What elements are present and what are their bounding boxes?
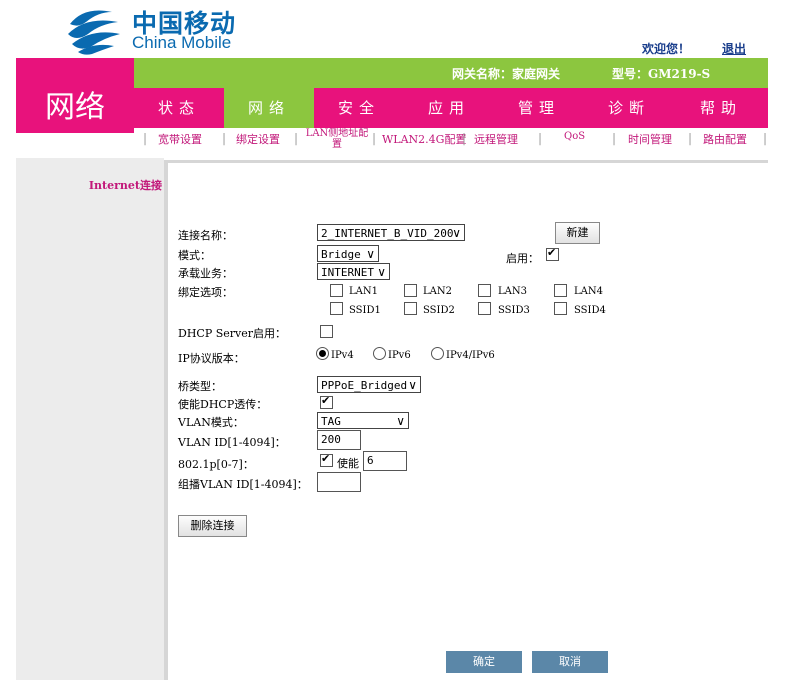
bind-lan4-label: LAN4 (574, 286, 603, 297)
p8021-label: 802.1p[0-7]： (178, 458, 254, 471)
bind-ssid4-label: SSID4 (574, 305, 606, 316)
subnav-separator: | (143, 131, 148, 145)
bind-lan4-checkbox[interactable] (554, 284, 567, 297)
nav-network[interactable]: 网络 (224, 88, 314, 128)
sidebar-item-internet[interactable]: Internet连接 (16, 177, 162, 193)
gateway-name: 网关名称：家庭网关 (452, 67, 561, 81)
subnav-wlan[interactable]: WLAN2.4G配置 (382, 131, 466, 147)
bridge-type-value: PPPoE_Bridged (321, 379, 408, 392)
bind-options-label: 绑定选项： (178, 286, 233, 299)
cancel-button[interactable]: 取消 (532, 651, 608, 673)
bridge-type-select[interactable]: PPPoE_Bridged ∨ (317, 376, 421, 393)
mode-select[interactable]: Bridge ∨ (317, 245, 379, 262)
bind-lan1-checkbox[interactable] (330, 284, 343, 297)
subnav-broadband[interactable]: 宽带设置 (158, 131, 202, 147)
ipv6-radio[interactable] (373, 347, 386, 360)
conn-name-value: 2_INTERNET_B_VID_200 (321, 227, 454, 240)
nav-status[interactable]: 状态 (134, 88, 224, 128)
p8021-enable-checkbox[interactable] (320, 452, 333, 467)
logo-text-en: China Mobile (132, 33, 232, 52)
subnav-lan-address[interactable]: LAN侧地址配置 (303, 128, 371, 150)
bridge-type-label: 桥类型： (178, 380, 222, 393)
ip-version-label: IP协议版本： (178, 352, 245, 365)
section-title: 网络 (45, 90, 105, 125)
nav-diagnosis[interactable]: 诊断 (584, 88, 674, 128)
dhcp-server-checkbox[interactable] (320, 325, 333, 338)
subnav-separator: | (294, 131, 299, 145)
bind-ssid1-label: SSID1 (349, 305, 381, 316)
service-select[interactable]: INTERNET ∨ (317, 263, 390, 280)
vlan-mode-label: VLAN模式： (178, 416, 244, 429)
bind-ssid3-checkbox[interactable] (478, 302, 491, 315)
vlan-mode-select[interactable]: TAG ∨ (317, 412, 409, 429)
service-value: INTERNET (321, 266, 374, 279)
nav-security[interactable]: 安全 (314, 88, 404, 128)
new-button[interactable]: 新建 (555, 222, 600, 244)
subnav-separator: | (612, 131, 617, 145)
dhcp-passthrough-label: 使能DHCP透传： (178, 398, 268, 411)
bind-lan3-label: LAN3 (498, 286, 527, 297)
bind-lan1-label: LAN1 (349, 286, 378, 297)
subnav-qos[interactable]: QoS (564, 131, 585, 142)
bind-ssid3-label: SSID3 (498, 305, 530, 316)
subnav-separator: | (372, 131, 377, 145)
ipv4-radio[interactable] (316, 347, 329, 360)
bind-ssid2-checkbox[interactable] (404, 302, 417, 315)
vlan-id-label: VLAN ID[1-4094]： (178, 436, 286, 449)
mcast-vlan-input[interactable] (317, 472, 361, 492)
content-top-divider (164, 160, 768, 163)
delete-connection-button[interactable]: 删除连接 (178, 515, 247, 537)
bind-ssid1-checkbox[interactable] (330, 302, 343, 315)
subnav-separator: | (538, 131, 543, 145)
conn-name-select[interactable]: 2_INTERNET_B_VID_200 ∨ (317, 224, 465, 241)
p8021-input[interactable]: 6 (363, 451, 407, 471)
enable-label: 启用： (506, 252, 539, 265)
service-label: 承载业务： (178, 267, 233, 280)
logout-link[interactable]: 退出 (722, 40, 746, 57)
chevron-down-icon: ∨ (408, 378, 417, 392)
mode-label: 模式： (178, 249, 211, 262)
mcast-vlan-label: 组播VLAN ID[1-4094]： (178, 478, 308, 491)
vlan-id-input[interactable]: 200 (317, 430, 361, 450)
ipv4-ipv6-radio[interactable] (431, 347, 444, 360)
model-label: 型号：GM219-S (612, 67, 711, 81)
ok-button[interactable]: 确定 (446, 651, 522, 673)
subnav-separator: | (688, 131, 693, 145)
mode-value: Bridge (321, 248, 361, 261)
subnav-binding[interactable]: 绑定设置 (236, 131, 280, 147)
ipv6-label: IPv6 (388, 350, 411, 361)
ipv4-label: IPv4 (331, 350, 354, 361)
content-left-divider (164, 162, 168, 680)
bind-ssid4-checkbox[interactable] (554, 302, 567, 315)
china-mobile-swirl-icon (68, 10, 120, 55)
dhcp-server-label: DHCP Server启用： (178, 327, 287, 340)
bind-lan2-label: LAN2 (423, 286, 452, 297)
subnav-separator: | (222, 131, 227, 145)
chevron-down-icon: ∨ (377, 265, 386, 279)
nav-help[interactable]: 帮助 (674, 88, 768, 128)
left-panel (16, 158, 164, 680)
china-mobile-logo: 中国移动 China Mobile (64, 4, 264, 56)
bind-lan2-checkbox[interactable] (404, 284, 417, 297)
subnav-time-management[interactable]: 时间管理 (628, 131, 672, 147)
conn-name-label: 连接名称： (178, 229, 233, 242)
enable-checkbox[interactable] (546, 246, 559, 261)
subnav-remote-management[interactable]: 远程管理 (474, 131, 518, 147)
ipv4-ipv6-label: IPv4/IPv6 (446, 350, 495, 361)
p8021-enable-label: 使能 (337, 457, 359, 470)
bind-ssid2-label: SSID2 (423, 305, 455, 316)
dhcp-passthrough-checkbox[interactable] (320, 394, 333, 409)
subnav-separator: | (763, 131, 768, 145)
subnav-route-config[interactable]: 路由配置 (703, 131, 747, 147)
nav-application[interactable]: 应用 (404, 88, 494, 128)
welcome-text: 欢迎您！ (642, 42, 691, 56)
nav-management[interactable]: 管理 (494, 88, 584, 128)
chevron-down-icon: ∨ (396, 414, 405, 428)
vlan-mode-value: TAG (321, 415, 341, 428)
chevron-down-icon: ∨ (366, 247, 375, 261)
subnav-separator: | (462, 131, 467, 145)
bind-lan3-checkbox[interactable] (478, 284, 491, 297)
chevron-down-icon: ∨ (452, 226, 461, 240)
